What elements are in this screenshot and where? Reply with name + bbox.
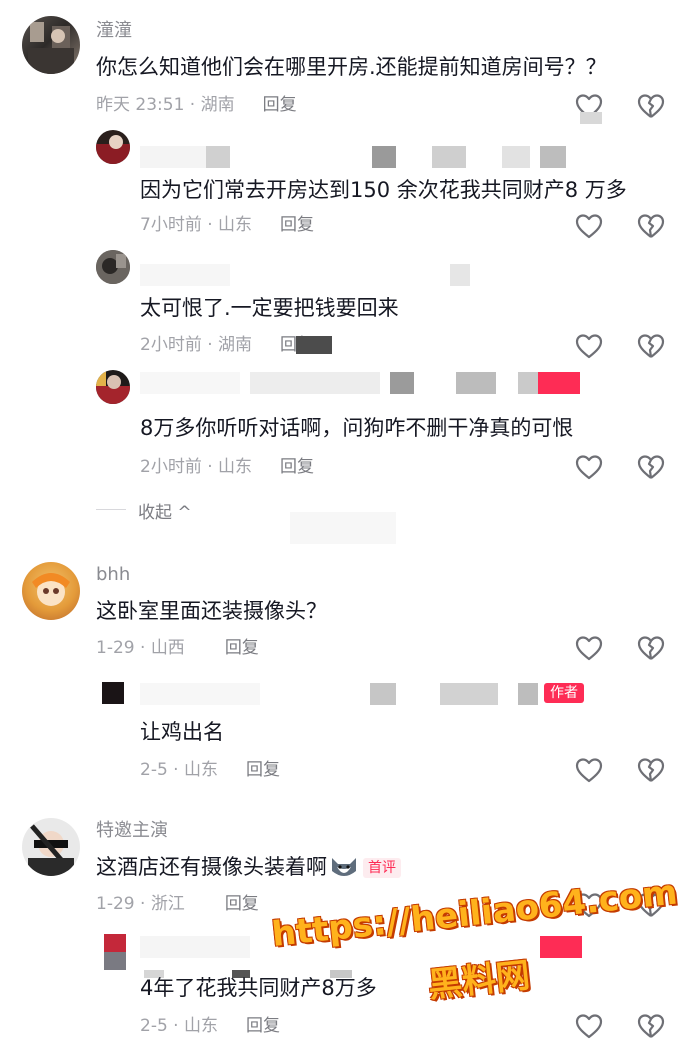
avatar[interactable]	[104, 934, 126, 970]
reply-meta: 7小时前 · 山东 回复	[140, 215, 315, 235]
dislike-button[interactable]	[636, 212, 666, 240]
censor-block	[296, 336, 332, 354]
dislike-button[interactable]	[636, 332, 666, 360]
reply-meta: 2-5 · 山东 回复	[140, 1016, 280, 1036]
heart-outline-icon	[575, 758, 603, 783]
like-button[interactable]	[574, 332, 604, 360]
reply-button[interactable]: 回复	[225, 894, 259, 914]
username-redacted	[140, 372, 610, 394]
comment-text: 这卧室里面还装摄像头？	[96, 599, 327, 623]
divider	[96, 509, 126, 510]
collapse-label[interactable]: 收起 ^	[138, 498, 192, 523]
comment-time: 1-29	[96, 894, 135, 914]
avatar[interactable]	[22, 562, 80, 620]
reply-button[interactable]: 回复	[246, 1016, 280, 1036]
comment-location: 湖南	[200, 95, 235, 115]
dislike-button[interactable]	[636, 92, 666, 120]
like-button[interactable]	[574, 453, 604, 481]
reply-meta: 2小时前 · 山东 回复	[140, 457, 315, 477]
censor-block	[580, 112, 602, 124]
broken-heart-icon	[637, 636, 665, 660]
reply-text: 4年了花我共同财产8万多	[140, 976, 377, 1000]
reply-button[interactable]: 回复	[225, 638, 259, 658]
avatar[interactable]	[102, 682, 124, 704]
heart-outline-icon	[575, 1014, 603, 1039]
watermark-name: 黑料网	[426, 955, 532, 1006]
username-redacted	[140, 683, 590, 705]
avatar[interactable]	[96, 370, 130, 404]
reply-button[interactable]: 回复	[246, 760, 280, 780]
comment-text: 你怎么知道他们会在哪里开房.还能提前知道房间号？？	[96, 55, 607, 79]
comment-location: 山西	[150, 638, 185, 658]
dislike-button[interactable]	[636, 1012, 666, 1040]
broken-heart-icon	[637, 455, 665, 479]
comment-location: 浙江	[150, 894, 185, 914]
reply-button[interactable]: 回复	[280, 215, 314, 235]
author-tag: 作者	[544, 683, 584, 703]
reply-location: 湖南	[218, 335, 253, 355]
reply-text: 因为它们常去开房达到150 余次花我共同财产8 万多	[140, 178, 627, 202]
broken-heart-icon	[637, 214, 665, 238]
dislike-button[interactable]	[636, 634, 666, 662]
username-redacted	[140, 264, 470, 286]
husky-emoji-icon	[329, 855, 359, 881]
comment-meta: 1-29 · 浙江 回复	[96, 894, 259, 914]
heart-outline-icon	[575, 455, 603, 480]
like-button[interactable]	[574, 634, 604, 662]
reply-location: 山东	[184, 1016, 218, 1036]
reply-location: 山东	[218, 457, 253, 477]
avatar[interactable]	[22, 818, 80, 876]
heart-outline-icon	[575, 636, 603, 661]
heart-outline-icon	[575, 214, 603, 239]
like-button[interactable]	[574, 1012, 604, 1040]
reply-location: 山东	[184, 760, 218, 780]
comment-username[interactable]: 特邀主演	[96, 820, 168, 842]
broken-heart-icon	[637, 758, 665, 782]
broken-heart-icon	[637, 334, 665, 358]
heart-outline-icon	[575, 334, 603, 359]
reply-meta: 2小时前 · 湖南回复	[140, 334, 314, 356]
reply-text: 让鸡出名	[140, 720, 224, 744]
reply-button[interactable]: 回复	[280, 457, 314, 477]
comment-time: 昨天 23:51	[96, 95, 185, 115]
reply-text: 太可恨了.一定要把钱要回来	[140, 296, 399, 320]
broken-heart-icon	[637, 1014, 665, 1038]
like-button[interactable]	[574, 756, 604, 784]
like-button[interactable]	[574, 212, 604, 240]
avatar[interactable]	[96, 130, 130, 164]
reply-meta: 2-5 · 山东 回复	[140, 760, 280, 780]
broken-heart-icon	[637, 94, 665, 118]
reply-time: 7小时前	[140, 215, 202, 235]
comment-text: 这酒店还有摄像头装着啊 首评	[96, 853, 401, 881]
reply-time: 2-5	[140, 760, 168, 780]
dislike-button[interactable]	[636, 453, 666, 481]
reply-location: 山东	[218, 215, 253, 235]
reply-time: 2-5	[140, 1016, 168, 1036]
reply-time: 2小时前	[140, 457, 202, 477]
comment-meta: 1-29 · 山西 回复	[96, 638, 259, 658]
comment-meta: 昨天 23:51 · 湖南 回复	[96, 95, 297, 115]
avatar[interactable]	[22, 16, 80, 74]
comment-username[interactable]: bhh	[96, 564, 130, 586]
reply-text: 8万多你听听对话啊，问狗咋不删干净真的可恨	[140, 416, 574, 440]
comment-time: 1-29	[96, 638, 135, 658]
dislike-button[interactable]	[636, 756, 666, 784]
reply-button[interactable]: 回复	[263, 95, 297, 115]
username-redacted	[140, 146, 566, 168]
reply-time: 2小时前	[140, 335, 202, 355]
comment-username[interactable]: 潼潼	[96, 20, 132, 42]
first-comment-badge: 首评	[363, 858, 401, 878]
censor-block	[290, 512, 396, 544]
avatar[interactable]	[96, 250, 130, 284]
comment-text-body: 这酒店还有摄像头装着啊	[96, 855, 327, 879]
